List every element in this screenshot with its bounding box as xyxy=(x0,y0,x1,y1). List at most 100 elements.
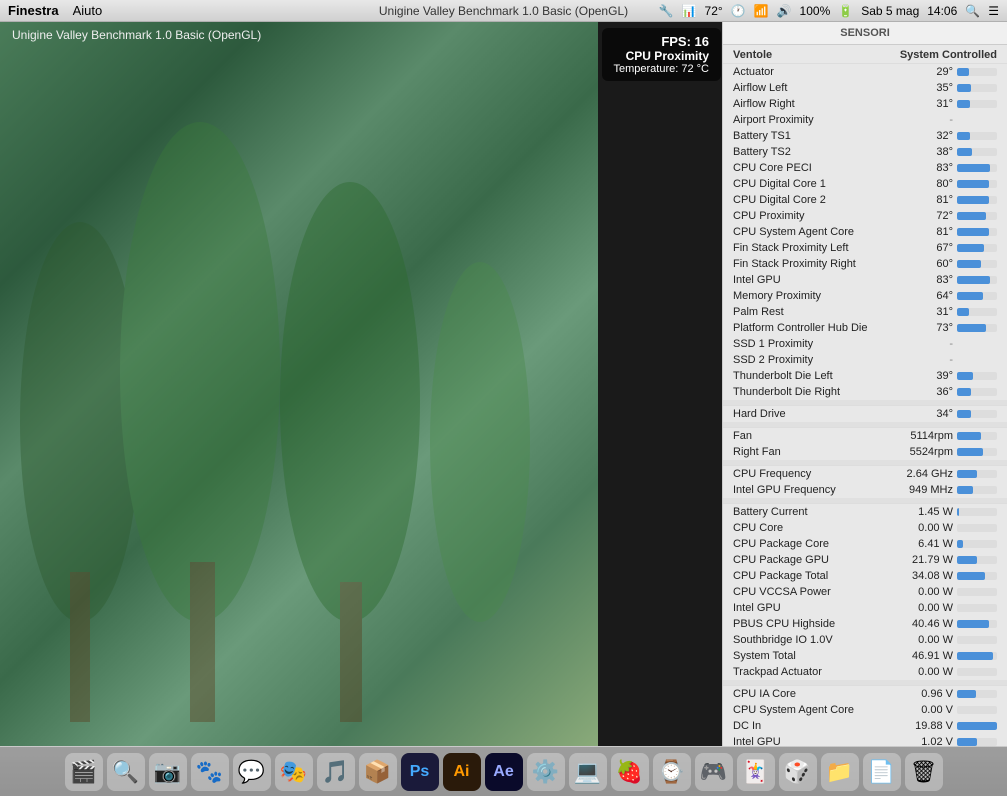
sensor-bar-container xyxy=(957,372,997,380)
sensor-name: Intel GPU xyxy=(733,274,902,286)
sensor-bar xyxy=(957,196,989,204)
sensor-name: CPU Core xyxy=(733,522,902,534)
dock-icon-6[interactable]: 🃏 xyxy=(737,753,775,791)
menubar-date: Sab 5 mag xyxy=(861,4,919,18)
sensor-name: Hard Drive xyxy=(733,408,902,420)
dock-icon-ai[interactable]: Ai xyxy=(443,753,481,791)
sensor-value: 0.00 W xyxy=(902,634,957,646)
dock-icon-trash[interactable]: 🗑 xyxy=(905,753,943,791)
dock-icon-safari[interactable]: 🐾 xyxy=(191,753,229,791)
table-row: CPU Digital Core 281° xyxy=(723,192,1007,208)
panel-header: SENSORI xyxy=(723,22,1007,45)
sensor-bar-container xyxy=(957,244,997,252)
table-row: Actuator29° xyxy=(723,64,1007,80)
table-row: Fan5114rpm xyxy=(723,428,1007,444)
table-row: Fin Stack Proximity Left67° xyxy=(723,240,1007,256)
sensor-bar xyxy=(957,508,959,516)
sensor-bar xyxy=(957,652,993,660)
table-row: Battery TS132° xyxy=(723,128,1007,144)
menubar-menu[interactable]: ☰ xyxy=(988,4,999,18)
sensor-bar-container xyxy=(957,388,997,396)
sensor-value: - xyxy=(902,338,957,350)
menubar-search[interactable]: 🔍 xyxy=(965,4,980,18)
sensor-bar-container xyxy=(957,556,997,564)
table-row: CPU IA Core0.96 V xyxy=(723,686,1007,702)
sensor-name: Fin Stack Proximity Left xyxy=(733,242,902,254)
sensor-bar xyxy=(957,132,970,140)
dock-icon-appstore[interactable]: 📦 xyxy=(359,753,397,791)
sensor-value: 32° xyxy=(902,130,957,142)
dock-icon-3[interactable]: 🍓 xyxy=(611,753,649,791)
table-row: Intel GPU1.02 V xyxy=(723,734,1007,746)
sensor-bar xyxy=(957,432,981,440)
sensor-name: DC In xyxy=(733,720,902,732)
sensor-bar-container xyxy=(957,324,997,332)
sensor-name: Thunderbolt Die Right xyxy=(733,386,902,398)
sensor-bar xyxy=(957,164,990,172)
sensor-value: 949 MHz xyxy=(902,484,957,496)
sensor-value: 73° xyxy=(902,322,957,334)
sensor-bar xyxy=(957,556,977,564)
dock-icon-finder[interactable]: 🔍 xyxy=(107,753,145,791)
sensor-bar-container xyxy=(957,620,997,628)
dock-icon-7[interactable]: 🎲 xyxy=(779,753,817,791)
dock-icon-prefs[interactable]: ⚙️ xyxy=(527,753,565,791)
menu-finestra[interactable]: Finestra xyxy=(8,3,59,18)
table-row: Fin Stack Proximity Right60° xyxy=(723,256,1007,272)
dock-icon-5[interactable]: 🎮 xyxy=(695,753,733,791)
sensor-name: Airport Proximity xyxy=(733,114,902,126)
sensor-bar xyxy=(957,244,984,252)
sensor-name: CPU Package Core xyxy=(733,538,902,550)
sensor-bar-container xyxy=(957,604,997,612)
sensor-name: CPU IA Core xyxy=(733,688,902,700)
sensor-bar xyxy=(957,470,977,478)
sensor-name: Trackpad Actuator xyxy=(733,666,902,678)
sensor-value: 6.41 W xyxy=(902,538,957,550)
table-row: DC In19.88 V xyxy=(723,718,1007,734)
dock-icon-music[interactable]: 🎵 xyxy=(317,753,355,791)
sensor-name: Fin Stack Proximity Right xyxy=(733,258,902,270)
sensor-bar-container xyxy=(957,690,997,698)
sensor-bar-container xyxy=(957,100,997,108)
table-row: Thunderbolt Die Right36° xyxy=(723,384,1007,400)
sensor-bar-container xyxy=(957,276,997,284)
dock-icon-video[interactable]: 🎬 xyxy=(65,753,103,791)
table-row: CPU System Agent Core81° xyxy=(723,224,1007,240)
menubar-sensor-icon: 🔧 xyxy=(659,4,674,18)
dock-icon-ps[interactable]: Ps xyxy=(401,753,439,791)
dock-icon-4[interactable]: ⌚ xyxy=(653,753,691,791)
sensor-bar-container xyxy=(957,722,997,730)
sensor-name: Intel GPU xyxy=(733,602,902,614)
table-row: PBUS CPU Highside40.46 W xyxy=(723,616,1007,632)
table-row: Battery TS238° xyxy=(723,144,1007,160)
sensor-bar xyxy=(957,260,981,268)
sensor-value: 19.88 V xyxy=(902,720,957,732)
sensor-name: Airflow Right xyxy=(733,98,902,110)
sensor-bar-container xyxy=(957,196,997,204)
menu-aiuto[interactable]: Aiuto xyxy=(73,3,103,18)
dock-icon-ae[interactable]: Ae xyxy=(485,753,523,791)
sensor-name: PBUS CPU Highside xyxy=(733,618,902,630)
sensor-value: 39° xyxy=(902,370,957,382)
sensor-name: Airflow Left xyxy=(733,82,902,94)
dock-icon-docs[interactable]: 📄 xyxy=(863,753,901,791)
sensor-name: CPU Frequency xyxy=(733,468,902,480)
sensor-bar-container xyxy=(957,212,997,220)
menubar-battery-pct: 100% xyxy=(800,4,831,18)
fps-display: FPS: 16 xyxy=(614,34,710,49)
sensor-value: 64° xyxy=(902,290,957,302)
menubar-temp: 72° xyxy=(705,4,723,18)
sensor-name: Battery TS1 xyxy=(733,130,902,142)
dock-icon-terminal[interactable]: 💻 xyxy=(569,753,607,791)
dock-icon-photos[interactable]: 📷 xyxy=(149,753,187,791)
sensor-bar-container xyxy=(957,486,997,494)
table-row: Right Fan5524rpm xyxy=(723,444,1007,460)
dock-icon-messages[interactable]: 💬 xyxy=(233,753,271,791)
sensor-bar-container xyxy=(957,132,997,140)
sensor-bar-container xyxy=(957,470,997,478)
dock-icon-facetime[interactable]: 🎭 xyxy=(275,753,313,791)
table-row: Intel GPU0.00 W xyxy=(723,600,1007,616)
dock-icon-downloads[interactable]: 📁 xyxy=(821,753,859,791)
sensor-bar xyxy=(957,228,989,236)
sensor-value: 0.96 V xyxy=(902,688,957,700)
